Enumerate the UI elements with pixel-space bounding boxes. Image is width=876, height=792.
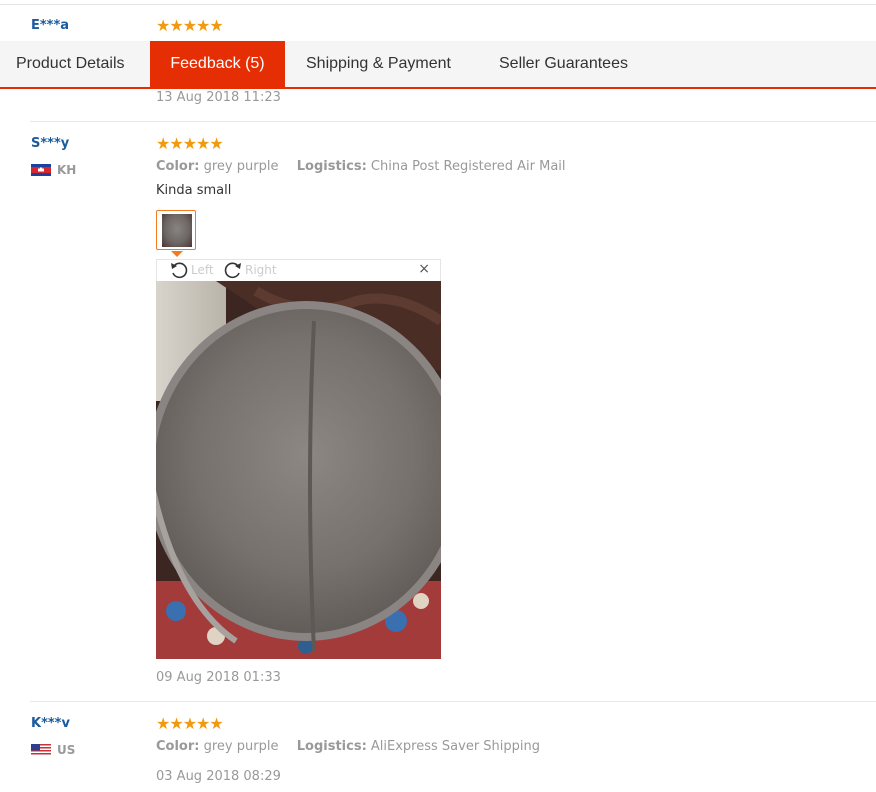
us-flag-icon [31,744,51,756]
tab-seller-guarantees[interactable]: Seller Guarantees [499,41,628,87]
review-divider [30,701,876,702]
country-code: KH [57,163,77,177]
review-date: 13 Aug 2018 11:23 [156,90,281,105]
reviewer-name[interactable]: E***a [31,18,69,33]
tab-shipping-payment[interactable]: Shipping & Payment [306,41,451,87]
rotate-left-label: Left [191,263,214,277]
order-info: Color: grey purple Logistics: AliExpress… [156,739,540,754]
star-rating: ★★★★★ [156,714,224,733]
country-code: US [57,743,76,757]
color-value: grey purple [203,739,279,754]
product-tabs-bar: Product Details Feedback (5) Shipping & … [0,41,876,89]
thumbnail-image [162,214,192,247]
color-label: Color: [156,739,200,754]
review-date: 03 Aug 2018 08:29 [156,769,281,784]
review-photo-thumbnail[interactable] [156,210,196,257]
reviewer-name[interactable]: S***y [31,136,69,151]
tab-product-details[interactable]: Product Details [16,41,125,87]
top-divider [0,4,876,5]
color-value: grey purple [203,159,279,174]
star-rating: ★★★★★ [156,134,224,153]
star-rating: ★★★★★ [156,16,224,35]
rotate-left-icon [171,262,188,279]
logistics-value: AliExpress Saver Shipping [370,739,541,754]
tab-feedback[interactable]: Feedback (5) [150,41,285,87]
color-label: Color: [156,159,200,174]
kh-flag-icon [31,164,51,176]
reviewer-country: US [31,743,75,757]
reviewer-country: KH [31,163,76,177]
review-comment: Kinda small [156,183,232,198]
order-info: Color: grey purple Logistics: China Post… [156,159,566,174]
rotate-right-button[interactable]: Right [223,260,277,280]
review-photo-image [156,281,441,659]
reviewer-name[interactable]: K***v [31,716,70,731]
logistics-value: China Post Registered Air Mail [370,159,566,174]
rotate-left-button[interactable]: Left [169,260,214,280]
review-photo-large [156,281,441,659]
thumbnail-selected-caret [171,251,183,257]
rotate-right-icon [224,262,241,279]
photo-viewer-toolbar: Left Right × [156,259,441,281]
review-divider [30,121,876,122]
review-date: 09 Aug 2018 01:33 [156,670,281,685]
close-viewer-button[interactable]: × [418,261,430,277]
logistics-label: Logistics: [296,159,367,174]
logistics-label: Logistics: [296,739,367,754]
rotate-right-label: Right [245,263,277,277]
